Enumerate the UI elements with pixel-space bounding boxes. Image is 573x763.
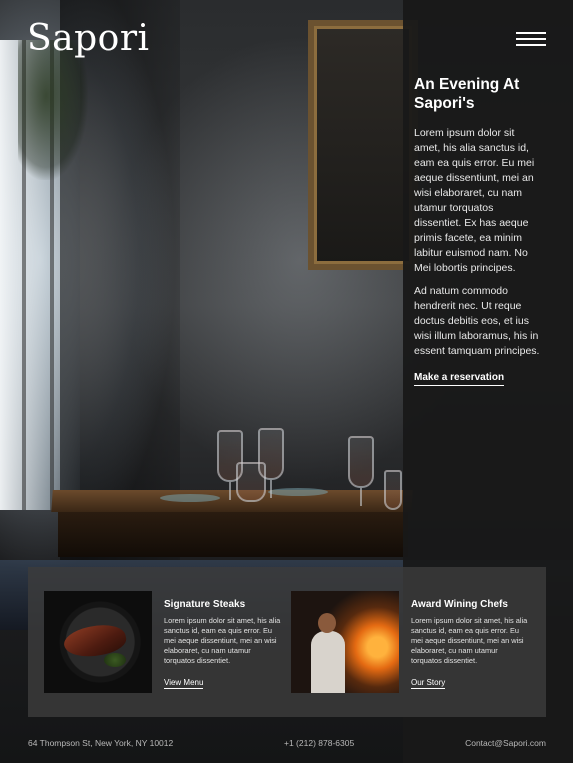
water-glass <box>384 470 402 510</box>
feature-card-chefs: Award Wining Chefs Lorem ipsum dolor sit… <box>291 591 531 695</box>
feature-title: Award Wining Chefs <box>411 599 508 610</box>
wine-glass-stem <box>360 488 362 506</box>
feature-text: Award Wining Chefs Lorem ipsum dolor sit… <box>411 599 529 690</box>
footer-phone[interactable]: +1 (212) 878-6305 <box>284 738 354 748</box>
plate <box>268 488 328 496</box>
hamburger-menu-icon[interactable] <box>516 30 548 50</box>
chef-head <box>318 613 336 633</box>
water-glass <box>236 462 266 502</box>
plate <box>160 494 220 502</box>
feature-body: Lorem ipsum dolor sit amet, his alia san… <box>411 616 528 665</box>
chef-figure <box>311 631 345 693</box>
feature-title: Signature Steaks <box>164 599 246 610</box>
footer: 64 Thompson St, New York, NY 10012 +1 (2… <box>28 738 546 752</box>
herb-garnish <box>104 653 126 667</box>
wine-glass-stem <box>229 482 231 500</box>
mirror-frame <box>308 20 418 270</box>
our-story-link[interactable]: Our Story <box>411 678 446 689</box>
feature-body: Lorem ipsum dolor sit amet, his alia san… <box>164 616 281 665</box>
table-top <box>51 490 413 512</box>
chef-photo <box>291 591 399 693</box>
view-menu-link[interactable]: View Menu <box>164 678 204 689</box>
wine-glass <box>348 436 374 488</box>
footer-email[interactable]: Contact@Sapori.com <box>465 738 546 748</box>
menu-line <box>516 44 546 46</box>
intro-paragraph: Lorem ipsum dolor sit amet, his alia san… <box>414 127 535 274</box>
make-reservation-link[interactable]: Make a reservation <box>414 372 505 386</box>
hanging-plant <box>18 40 88 180</box>
wine-glass-stem <box>270 480 272 498</box>
intro-title: An Evening At Sapori's <box>414 76 520 112</box>
menu-line <box>516 32 546 34</box>
feature-text: Signature Steaks Lorem ipsum dolor sit a… <box>164 599 282 690</box>
table-front <box>58 512 408 557</box>
feature-card-steaks: Signature Steaks Lorem ipsum dolor sit a… <box>44 591 284 695</box>
footer-address: 64 Thompson St, New York, NY 10012 <box>28 738 174 748</box>
menu-line <box>516 38 546 40</box>
intro-paragraph: Ad natum commodo hendrerit nec. Ut reque… <box>414 285 540 357</box>
brand-logo[interactable]: Sapori <box>27 18 150 59</box>
intro-section: An Evening At Sapori's Lorem ipsum dolor… <box>414 75 542 386</box>
steak-photo <box>44 591 152 693</box>
features-strip: Signature Steaks Lorem ipsum dolor sit a… <box>28 567 546 717</box>
